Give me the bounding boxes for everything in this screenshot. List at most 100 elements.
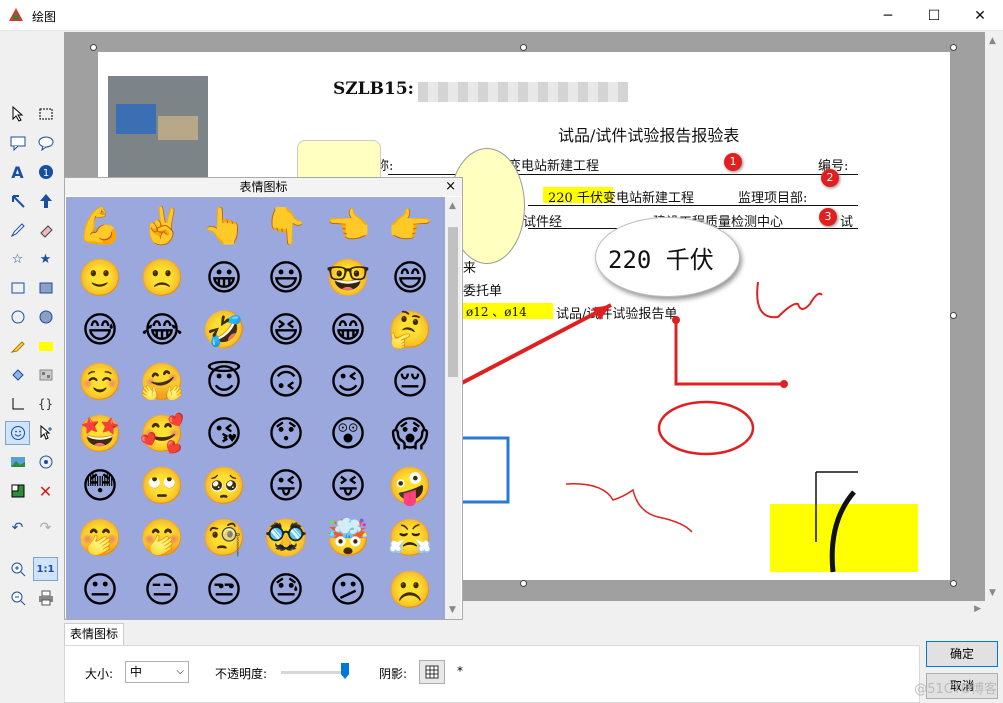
- star-fill-icon[interactable]: ★: [33, 247, 58, 271]
- emoji-item[interactable]: 🧐: [198, 513, 250, 565]
- eraser-icon[interactable]: [33, 218, 58, 242]
- filled-ellipse-icon[interactable]: [33, 305, 58, 329]
- emoji-item[interactable]: 😑: [136, 565, 188, 617]
- emoji-item[interactable]: 😉: [322, 357, 374, 409]
- resize-handle[interactable]: [950, 580, 957, 587]
- emoji-item[interactable]: 🤓: [322, 253, 374, 305]
- close-button[interactable]: ✕: [957, 0, 1003, 31]
- emoji-item[interactable]: 🙄: [136, 461, 188, 513]
- rect-callout-icon[interactable]: [5, 131, 30, 155]
- emoji-item[interactable]: 😂: [136, 305, 188, 357]
- emoji-item[interactable]: 🥰: [136, 409, 188, 461]
- emoji-item[interactable]: 🙃: [260, 357, 312, 409]
- emoji-item[interactable]: 💪: [74, 201, 126, 253]
- vertical-scrollbar[interactable]: ▲ ▼: [985, 32, 1003, 602]
- scroll-up-icon[interactable]: ▲: [989, 36, 996, 46]
- emoji-scroll-down-icon[interactable]: ▼: [449, 605, 456, 615]
- highlighter-icon[interactable]: [5, 334, 30, 358]
- emoji-item[interactable]: 😝: [322, 461, 374, 513]
- ok-button[interactable]: 确定: [926, 641, 998, 667]
- emoji-item[interactable]: 👆: [198, 201, 250, 253]
- emoji-item[interactable]: ☹️: [384, 565, 436, 617]
- brace-icon[interactable]: {}: [33, 392, 58, 416]
- star-outline-icon[interactable]: ☆: [5, 247, 30, 271]
- emoji-item[interactable]: 😯: [260, 409, 312, 461]
- emoji-item[interactable]: 😃: [260, 253, 312, 305]
- minimize-button[interactable]: ─: [865, 0, 911, 31]
- ellipse-icon[interactable]: [5, 305, 30, 329]
- emoji-item[interactable]: 😘: [198, 409, 250, 461]
- emoji-item[interactable]: 😁: [322, 305, 374, 357]
- emoji-tool-icon[interactable]: [5, 421, 30, 445]
- emoji-scroll-up-icon[interactable]: ▲: [449, 201, 456, 211]
- color-picker-icon[interactable]: [5, 479, 30, 503]
- emoji-item[interactable]: 😜: [260, 461, 312, 513]
- emoji-item[interactable]: 😐: [74, 565, 126, 617]
- emoji-item[interactable]: 🙁: [136, 253, 188, 305]
- size-select[interactable]: 中 ⌵: [125, 661, 189, 683]
- resize-handle[interactable]: [950, 44, 957, 51]
- emoji-item[interactable]: 😅: [74, 305, 126, 357]
- emoji-item[interactable]: 🥺: [198, 461, 250, 513]
- number-badge-icon[interactable]: 1: [33, 160, 58, 184]
- rectangle-icon[interactable]: [5, 276, 30, 300]
- emoji-item[interactable]: 🤯: [322, 513, 374, 565]
- maximize-button[interactable]: ☐: [911, 0, 957, 31]
- emoji-item[interactable]: 😕: [322, 565, 374, 617]
- resize-handle[interactable]: [90, 44, 97, 51]
- resize-handle[interactable]: [950, 312, 957, 319]
- emoji-item[interactable]: 🤣: [198, 305, 250, 357]
- add-pointer-icon[interactable]: [33, 421, 58, 445]
- resize-handle[interactable]: [520, 44, 527, 51]
- zoom-in-icon[interactable]: [5, 557, 30, 581]
- line-arrow-icon[interactable]: [5, 189, 30, 213]
- undo-icon[interactable]: ↶: [5, 516, 30, 540]
- emoji-item[interactable]: 😒: [198, 565, 250, 617]
- emoji-item[interactable]: 🙂: [74, 253, 126, 305]
- marquee-select-icon[interactable]: [33, 102, 58, 126]
- emoji-item[interactable]: 😆: [260, 305, 312, 357]
- zoom-out-icon[interactable]: [5, 586, 30, 610]
- emoji-item[interactable]: 😄: [384, 253, 436, 305]
- emoji-item[interactable]: 👇: [260, 201, 312, 253]
- emoji-scroll-thumb[interactable]: [448, 227, 458, 377]
- delete-icon[interactable]: ✕: [33, 479, 58, 503]
- opacity-slider-track[interactable]: [281, 671, 347, 674]
- emoji-item[interactable]: 🤩: [74, 409, 126, 461]
- print-icon[interactable]: [33, 586, 58, 610]
- emoji-item[interactable]: 😓: [260, 565, 312, 617]
- fill-bucket-icon[interactable]: [5, 363, 30, 387]
- emoji-item[interactable]: ☺️: [74, 357, 126, 409]
- emoji-item[interactable]: 😱: [384, 409, 436, 461]
- emoji-item[interactable]: 🤭: [136, 513, 188, 565]
- opacity-slider-thumb[interactable]: [341, 663, 349, 679]
- emoji-panel-close-icon[interactable]: ×: [445, 178, 456, 196]
- select-arrow-icon[interactable]: [5, 102, 30, 126]
- angle-line-icon[interactable]: [5, 392, 30, 416]
- emoji-item[interactable]: 👈: [322, 201, 374, 253]
- zoom-actual-button[interactable]: 1:1: [33, 557, 58, 581]
- emoji-item[interactable]: ✌️: [136, 201, 188, 253]
- emoji-item[interactable]: 😲: [322, 409, 374, 461]
- emoji-item[interactable]: 🤔: [384, 305, 436, 357]
- insert-image-icon[interactable]: [5, 450, 30, 474]
- emoji-panel-scrollbar[interactable]: ▲ ▼: [445, 197, 461, 619]
- emoji-item[interactable]: 👉: [384, 201, 436, 253]
- emoji-item[interactable]: 😤: [384, 513, 436, 565]
- oval-callout-icon[interactable]: [33, 131, 58, 155]
- emoji-item[interactable]: 🤗: [136, 357, 188, 409]
- emoji-item[interactable]: 😇: [198, 357, 250, 409]
- emoji-item[interactable]: 🥸: [260, 513, 312, 565]
- filled-rectangle-icon[interactable]: [33, 276, 58, 300]
- text-icon[interactable]: A: [5, 160, 30, 184]
- scroll-down-icon[interactable]: ▼: [989, 588, 996, 598]
- emoji-item[interactable]: 🤭: [74, 513, 126, 565]
- pen-icon[interactable]: [5, 218, 30, 242]
- emoji-item[interactable]: 🤪: [384, 461, 436, 513]
- tab-emoji[interactable]: 表情图标: [64, 623, 125, 645]
- up-arrow-icon[interactable]: [33, 189, 58, 213]
- shadow-toggle[interactable]: [419, 660, 445, 684]
- target-icon[interactable]: [33, 450, 58, 474]
- emoji-item[interactable]: 😔: [384, 357, 436, 409]
- redo-icon[interactable]: ↷: [33, 516, 58, 540]
